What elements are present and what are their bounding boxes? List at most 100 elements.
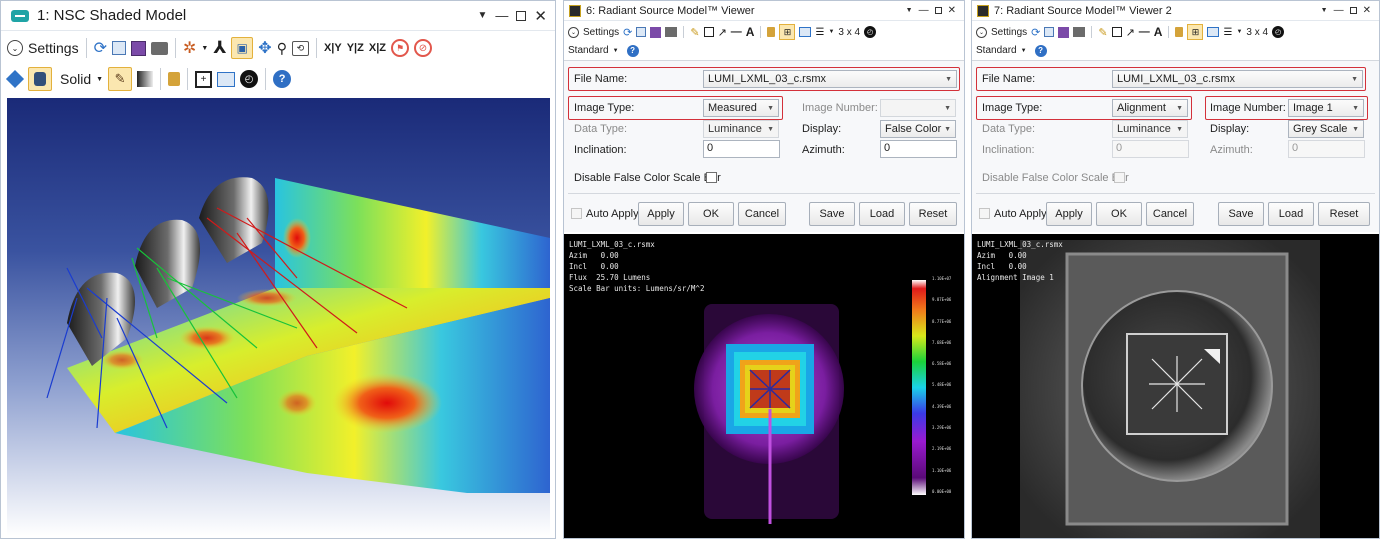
restore-button[interactable]: [516, 10, 527, 21]
layers-dropdown-icon[interactable]: ▼: [828, 29, 834, 35]
restore-button[interactable]: [934, 7, 942, 14]
copy-icon[interactable]: [636, 27, 647, 37]
settings-chevron-icon[interactable]: ⌄: [568, 26, 579, 38]
grid-icon[interactable]: ⊞: [1187, 24, 1204, 40]
image-type-dropdown[interactable]: Measured ▼: [703, 99, 779, 117]
text-icon[interactable]: A: [1154, 25, 1163, 39]
rotate-icon[interactable]: ✲: [183, 38, 196, 58]
text-icon[interactable]: A: [746, 25, 755, 39]
line-icon[interactable]: —: [731, 26, 742, 38]
load-button[interactable]: Load: [1268, 202, 1314, 226]
standard-dropdown-arrow-icon[interactable]: ▼: [1021, 48, 1027, 54]
reset-button[interactable]: Reset: [909, 202, 957, 226]
standard-dropdown[interactable]: Standard: [568, 45, 609, 56]
minimize-button[interactable]: —: [495, 8, 508, 23]
save-icon[interactable]: [650, 26, 662, 38]
restore-button[interactable]: [1349, 7, 1357, 14]
timer-icon[interactable]: ◴: [240, 70, 259, 88]
lock-icon[interactable]: [767, 27, 776, 37]
zoom-window-icon[interactable]: ▣: [231, 37, 254, 59]
settings-button[interactable]: Settings: [583, 27, 619, 38]
lock-icon[interactable]: [168, 72, 181, 86]
close-button[interactable]: ✕: [948, 5, 956, 16]
view-xy-button[interactable]: X|Y: [324, 42, 342, 54]
apply-button[interactable]: Apply: [1046, 202, 1092, 226]
display-dropdown[interactable]: False Color ▼: [880, 120, 956, 138]
window-menu-dropdown-icon[interactable]: ▼: [906, 7, 913, 14]
window-icon[interactable]: [799, 27, 812, 37]
view-xz-button[interactable]: X|Z: [369, 42, 386, 54]
brush-icon[interactable]: ✎: [108, 67, 133, 91]
disable-scale-bar-checkbox[interactable]: [706, 172, 717, 183]
reset-button[interactable]: Reset: [1318, 202, 1370, 226]
refresh-icon[interactable]: ⟳: [623, 26, 632, 39]
settings-button[interactable]: Settings: [991, 27, 1027, 38]
azimuth-input[interactable]: 0: [880, 140, 957, 158]
layers-dropdown-icon[interactable]: ▼: [1236, 29, 1242, 35]
minimize-button[interactable]: —: [919, 5, 929, 16]
render-mode-dropdown-arrow-icon[interactable]: ▼: [96, 76, 103, 83]
rectangle-icon[interactable]: [1111, 27, 1122, 37]
settings-chevron-icon[interactable]: ⌄: [976, 26, 987, 38]
grid-icon[interactable]: +: [195, 70, 213, 88]
render-mode-dropdown[interactable]: Solid: [60, 71, 91, 87]
inclination-input[interactable]: 0: [703, 140, 780, 158]
zoom-icon[interactable]: ⚲: [277, 40, 287, 57]
clear-icon[interactable]: ⊘: [414, 39, 432, 57]
file-name-dropdown[interactable]: LUMI_LXML_03_c.rsmx ▼: [1112, 70, 1363, 88]
false-color-image[interactable]: LUMI_LXML_03_c.rsmx Azim 0.00 Incl 0.00 …: [564, 234, 964, 538]
layers-icon[interactable]: ☰: [815, 27, 824, 38]
alignment-image[interactable]: LUMI_LXML_03_c.rsmx Azim 0.00 Incl 0.00 …: [972, 234, 1379, 538]
settings-button[interactable]: Settings: [28, 40, 79, 56]
help-icon[interactable]: ?: [273, 70, 292, 88]
minimize-button[interactable]: —: [1334, 5, 1344, 16]
pan-icon[interactable]: ✥: [258, 38, 271, 58]
load-button[interactable]: Load: [859, 202, 905, 226]
standard-dropdown[interactable]: Standard: [976, 45, 1017, 56]
window-menu-dropdown-icon[interactable]: ▼: [478, 10, 488, 21]
image-number-dropdown[interactable]: Image 1 ▼: [1288, 99, 1364, 117]
timer-icon[interactable]: ◴: [1272, 26, 1285, 38]
axes-icon[interactable]: ⅄: [213, 38, 226, 58]
timer-icon[interactable]: ◴: [864, 26, 877, 38]
save-button[interactable]: Save: [1218, 202, 1264, 226]
line-icon[interactable]: —: [1139, 26, 1150, 38]
rectangle-icon[interactable]: [703, 27, 714, 37]
close-button[interactable]: ✕: [534, 7, 547, 25]
window-icon[interactable]: [1207, 27, 1220, 37]
cancel-button[interactable]: Cancel: [1146, 202, 1194, 226]
display-dropdown[interactable]: Grey Scale ▼: [1288, 120, 1364, 138]
ok-button[interactable]: OK: [1096, 202, 1142, 226]
rays-off-icon[interactable]: ⚑: [391, 39, 409, 57]
auto-apply-checkbox[interactable]: [571, 208, 582, 219]
help-icon[interactable]: ?: [1034, 44, 1047, 57]
image-type-dropdown[interactable]: Alignment ▼: [1112, 99, 1188, 117]
pencil-icon[interactable]: ✎: [690, 26, 699, 39]
refresh-icon[interactable]: ⟳: [1031, 26, 1040, 39]
view-yz-button[interactable]: Y|Z: [347, 42, 364, 54]
save-icon[interactable]: [1058, 26, 1070, 38]
standard-dropdown-arrow-icon[interactable]: ▼: [613, 48, 619, 54]
save-button[interactable]: Save: [809, 202, 855, 226]
grid-size-button[interactable]: 3 x 4: [1246, 27, 1268, 38]
cube-icon[interactable]: [5, 69, 25, 89]
gradient-icon[interactable]: [137, 71, 154, 87]
rotate-dropdown-icon[interactable]: ▼: [201, 45, 208, 52]
apply-button[interactable]: Apply: [638, 202, 684, 226]
copy-icon[interactable]: [1044, 27, 1055, 37]
window-icon[interactable]: [217, 71, 236, 87]
auto-apply-checkbox[interactable]: [979, 208, 990, 219]
grid-icon[interactable]: ⊞: [779, 24, 796, 40]
ok-button[interactable]: OK: [688, 202, 734, 226]
solid-mode-icon[interactable]: [28, 67, 52, 91]
grid-size-button[interactable]: 3 x 4: [838, 27, 860, 38]
help-icon[interactable]: ?: [626, 44, 639, 57]
arrow-icon[interactable]: ↗: [1126, 26, 1135, 39]
refresh-icon[interactable]: ⟳: [94, 38, 107, 58]
layers-icon[interactable]: ☰: [1223, 27, 1232, 38]
print-icon[interactable]: [1073, 27, 1086, 37]
3d-viewport[interactable]: [7, 98, 550, 536]
pencil-icon[interactable]: ✎: [1098, 26, 1107, 39]
settings-chevron-icon[interactable]: ⌄: [7, 40, 23, 56]
window-menu-dropdown-icon[interactable]: ▼: [1321, 7, 1328, 14]
